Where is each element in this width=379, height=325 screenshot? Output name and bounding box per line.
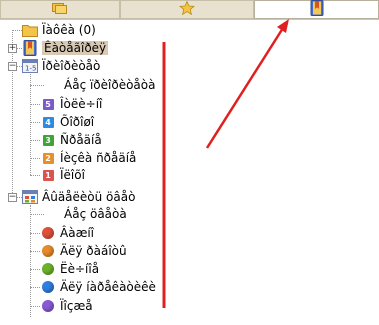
tree-line — [30, 175, 40, 176]
tree-item-label: Ëè÷íîå — [60, 262, 100, 276]
tree-line — [30, 306, 40, 307]
priority-4-icon: 4 — [40, 114, 56, 130]
orange-circle-icon — [40, 243, 56, 259]
tree-item-label: Õîðîøî — [60, 115, 95, 129]
priority-badge: 1 — [42, 169, 54, 181]
bookmark-icon — [22, 40, 38, 56]
tree-line — [30, 269, 40, 270]
priority-badge: 5 — [42, 98, 54, 110]
priority-list-icon: 1-5 — [22, 58, 38, 74]
tree-item-all[interactable]: Ïàôêà (0) — [22, 21, 96, 39]
tree-line — [30, 205, 31, 317]
tab-bar — [0, 0, 379, 20]
priority-badge: 4 — [42, 116, 54, 128]
tree-item-label: Ñðåäíå — [60, 133, 102, 147]
tab-folders[interactable] — [0, 0, 120, 19]
tree-line — [30, 74, 31, 175]
folder-icon — [22, 22, 38, 38]
tree-line — [30, 85, 44, 86]
priority-item-5[interactable]: 5 Îòëè÷íî — [40, 95, 102, 113]
priority-1-icon: 1 — [40, 167, 56, 183]
tree-item-label: Êàòåãîðèÿ — [42, 41, 109, 55]
tree-item-label: Ïðèîðèòåò — [42, 59, 101, 73]
collapse-toggle[interactable]: − — [8, 193, 17, 202]
tree-item-category[interactable]: Êàòåãîðèÿ — [22, 39, 109, 57]
priority-3-icon: 3 — [40, 132, 56, 148]
category-tree: Ïàôêà (0) + Êàòåãîðèÿ − 1-5 Ïðèîðèòåò Áå… — [0, 20, 379, 325]
tree-line — [30, 122, 40, 123]
color-palette-icon — [22, 189, 38, 205]
tree-item-label: Ïàôêà (0) — [42, 23, 96, 37]
tree-item-label: Äëÿ íàðåêàòèêè — [60, 280, 156, 294]
tree-line — [30, 251, 40, 252]
tree-item-label: Âûäåëèòü öâåò — [42, 190, 136, 204]
priority-badge: 2 — [42, 152, 54, 164]
tree-item-label: Áåç öâåòà — [64, 207, 127, 221]
tree-item-label: Ïëîõî — [60, 168, 85, 182]
green-circle-icon — [40, 261, 56, 277]
tree-item-label: Äëÿ ðàáîòû — [60, 244, 127, 258]
tree-line — [12, 30, 22, 31]
color-item-important[interactable]: Âàæíî — [40, 224, 94, 242]
color-item-personal[interactable]: Ëè÷íîå — [40, 260, 99, 278]
tree-item-label: Ïîçæå — [60, 299, 93, 313]
red-circle-icon — [40, 225, 56, 241]
tree-line — [30, 287, 40, 288]
priority-item-3[interactable]: 3 Ñðåäíå — [40, 131, 102, 149]
color-item-later[interactable]: Ïîçæå — [40, 297, 93, 315]
blue-circle-icon — [40, 279, 56, 295]
svg-text:1-5: 1-5 — [25, 65, 36, 73]
priority-2-icon: 2 — [40, 150, 56, 166]
tree-item-label: Íèçêà ñðåäíå — [60, 151, 137, 165]
bookmark-icon — [310, 0, 324, 19]
priority-item-2[interactable]: 2 Íèçêà ñðåäíå — [40, 149, 136, 167]
priority-badge: 3 — [42, 134, 54, 146]
priority-item-none[interactable]: Áåç ïðèîðèòåòà — [60, 76, 155, 94]
color-item-work[interactable]: Äëÿ ðàáîòû — [40, 242, 127, 260]
tree-item-label: Áåç ïðèîðèòåòà — [64, 78, 156, 92]
tab-tags[interactable] — [254, 0, 379, 19]
tab-favorites[interactable] — [120, 0, 254, 19]
color-item-none[interactable]: Áåç öâåòà — [60, 205, 127, 223]
color-item-other[interactable]: Äëÿ íàðåêàòèêè — [40, 278, 156, 296]
tree-line — [12, 30, 13, 197]
tree-line — [30, 140, 40, 141]
priority-item-1[interactable]: 1 Ïëîõî — [40, 166, 85, 184]
expand-toggle[interactable]: + — [8, 44, 17, 53]
priority-item-4[interactable]: 4 Õîðîøî — [40, 113, 94, 131]
purple-circle-icon — [40, 298, 56, 314]
star-icon — [178, 0, 196, 18]
folders-icon — [52, 1, 68, 18]
tree-group-priority[interactable]: 1-5 Ïðèîðèòåò — [22, 57, 100, 75]
tree-line — [30, 214, 44, 215]
priority-5-icon: 5 — [40, 96, 56, 112]
collapse-toggle[interactable]: − — [8, 62, 17, 71]
tree-item-label: Âàæíî — [60, 226, 95, 240]
tree-line — [30, 158, 40, 159]
tree-line — [30, 104, 40, 105]
tree-group-color[interactable]: Âûäåëèòü öâåò — [22, 188, 135, 206]
tree-item-label: Îòëè÷íî — [60, 97, 103, 111]
tree-line — [30, 233, 40, 234]
